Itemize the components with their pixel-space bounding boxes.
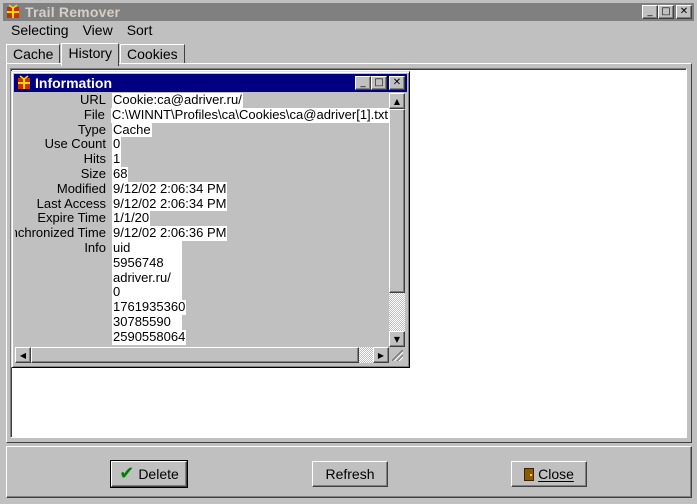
menu-selecting[interactable]: Selecting	[4, 21, 76, 41]
field-label: Use Count	[44, 137, 106, 152]
field-value[interactable]: 9/12/02 2:06:36 PM	[112, 225, 228, 241]
field-label: Type	[77, 122, 106, 137]
menu-view[interactable]: View	[76, 21, 120, 41]
menu-sort[interactable]: Sort	[120, 21, 160, 41]
field-value[interactable]: C:\WINNT\Profiles\ca\Cookies\ca@adriver[…	[110, 107, 389, 123]
info-line-value[interactable]: 1761935360	[112, 299, 187, 315]
field-value[interactable]: Cookie:ca@adriver.ru/	[112, 93, 243, 108]
maximize-button[interactable]: □	[658, 5, 674, 19]
arrow-up-icon: ▲	[393, 96, 401, 106]
info-line: 30785590	[15, 314, 389, 330]
main-titlebar[interactable]: Trail Remover _ □ ✕	[3, 3, 694, 21]
close-icon: ✕	[679, 6, 689, 17]
field-value[interactable]: uid	[112, 240, 182, 256]
trail-remover-app-icon	[7, 4, 19, 18]
info-line-value[interactable]: adriver.ru/	[112, 270, 182, 286]
info-line: 5956748	[15, 255, 389, 271]
resize-grip-icon[interactable]	[389, 347, 405, 363]
close-button-label: Close	[538, 466, 574, 482]
field-value[interactable]: 1	[112, 151, 122, 167]
close-window-button[interactable]: ✕	[676, 5, 692, 19]
field-label: File	[83, 107, 105, 122]
close-icon: ✕	[392, 77, 402, 88]
field-value[interactable]: Cache	[112, 122, 152, 138]
information-window: Information _ □ ✕ URL Cookie:ca@adriver.…	[11, 71, 410, 368]
field-label: Modified	[56, 181, 106, 196]
info-close-button[interactable]: ✕	[389, 76, 405, 90]
horizontal-scroll-thumb[interactable]	[31, 347, 359, 363]
field-label: URL	[79, 93, 106, 107]
field-label: Hits	[83, 152, 106, 167]
field-row-last-access: Last Access 9/12/02 2:06:34 PM	[15, 196, 389, 212]
field-label: Synchronized Time	[15, 226, 106, 241]
info-line: adriver.ru/	[15, 270, 389, 286]
arrow-left-icon: ◀	[19, 350, 27, 360]
tab-cookies[interactable]: Cookies	[120, 44, 185, 64]
field-row-synchronized-time: Synchronized Time 9/12/02 2:06:36 PM	[15, 225, 389, 241]
field-row-hits: Hits 1	[15, 151, 389, 167]
minimize-icon: _	[360, 77, 366, 88]
field-row-use-count: Use Count 0	[15, 137, 389, 153]
arrow-right-icon: ▶	[377, 350, 385, 360]
info-line-value[interactable]: 0	[112, 285, 182, 301]
info-line-value[interactable]: 5956748	[112, 255, 182, 271]
field-label: Info	[84, 240, 106, 255]
menu-bar: Selecting View Sort	[4, 21, 159, 41]
field-value[interactable]: 68	[112, 166, 129, 182]
field-value[interactable]: 9/12/02 2:06:34 PM	[112, 196, 228, 212]
close-button[interactable]: Close	[511, 461, 587, 487]
field-row-type: Type Cache	[15, 122, 389, 138]
info-window-icon	[18, 75, 30, 89]
field-value[interactable]: 9/12/02 2:06:34 PM	[112, 181, 228, 197]
field-label: Last Access	[36, 196, 106, 211]
scroll-down-button[interactable]: ▼	[389, 331, 405, 347]
field-label: Expire Time	[37, 211, 106, 226]
maximize-icon: □	[661, 6, 671, 17]
delete-button[interactable]: ✔ Delete	[110, 460, 188, 488]
tab-cache[interactable]: Cache	[6, 44, 61, 64]
field-row-file: File C:\WINNT\Profiles\ca\Cookies\ca@adr…	[15, 107, 389, 123]
arrow-down-icon: ▼	[393, 334, 401, 344]
field-row-url: URL Cookie:ca@adriver.ru/	[15, 93, 389, 108]
field-row-expire-time: Expire Time 1/1/20	[15, 211, 389, 227]
refresh-button[interactable]: Refresh	[312, 461, 388, 487]
checkmark-icon: ✔	[119, 463, 135, 484]
minimize-button[interactable]: _	[642, 5, 658, 19]
info-line: 2590558064	[15, 329, 389, 345]
refresh-button-label: Refresh	[325, 466, 375, 482]
field-value[interactable]: 1/1/20	[112, 211, 151, 227]
scroll-up-button[interactable]: ▲	[389, 93, 405, 109]
field-row-info: Info uid	[15, 240, 389, 256]
tab-history[interactable]: History	[61, 43, 120, 66]
maximize-icon: □	[374, 77, 384, 88]
vertical-scrollbar[interactable]: ▲ ▼	[389, 93, 405, 347]
info-line-value[interactable]: 2590558064	[112, 329, 187, 345]
delete-button-label: Delete	[138, 466, 179, 482]
door-icon	[524, 467, 535, 481]
info-window-title: Information	[35, 75, 112, 91]
info-line: 1761935360	[15, 299, 389, 315]
info-line-value[interactable]: 30785590	[112, 314, 182, 330]
window-title: Trail Remover	[25, 4, 121, 20]
info-minimize-button[interactable]: _	[355, 76, 371, 90]
button-panel: ✔ Delete Refresh Close	[6, 446, 692, 498]
horizontal-scrollbar[interactable]: ◀ ▶	[15, 347, 389, 363]
tab-strip: Cache History Cookies	[6, 42, 186, 66]
info-maximize-button[interactable]: □	[371, 76, 387, 90]
info-details: URL Cookie:ca@adriver.ru/ File C:\WINNT\…	[15, 93, 389, 347]
field-row-size: Size 68	[15, 166, 389, 182]
field-value[interactable]: 0	[112, 137, 122, 153]
field-label: Size	[80, 166, 106, 181]
vertical-scroll-thumb[interactable]	[389, 109, 405, 293]
field-row-modified: Modified 9/12/02 2:06:34 PM	[15, 181, 389, 197]
scroll-right-button[interactable]: ▶	[373, 347, 389, 363]
scroll-left-button[interactable]: ◀	[15, 347, 31, 363]
info-line: 0	[15, 285, 389, 301]
minimize-icon: _	[647, 6, 653, 17]
info-titlebar[interactable]: Information _ □ ✕	[14, 74, 407, 92]
